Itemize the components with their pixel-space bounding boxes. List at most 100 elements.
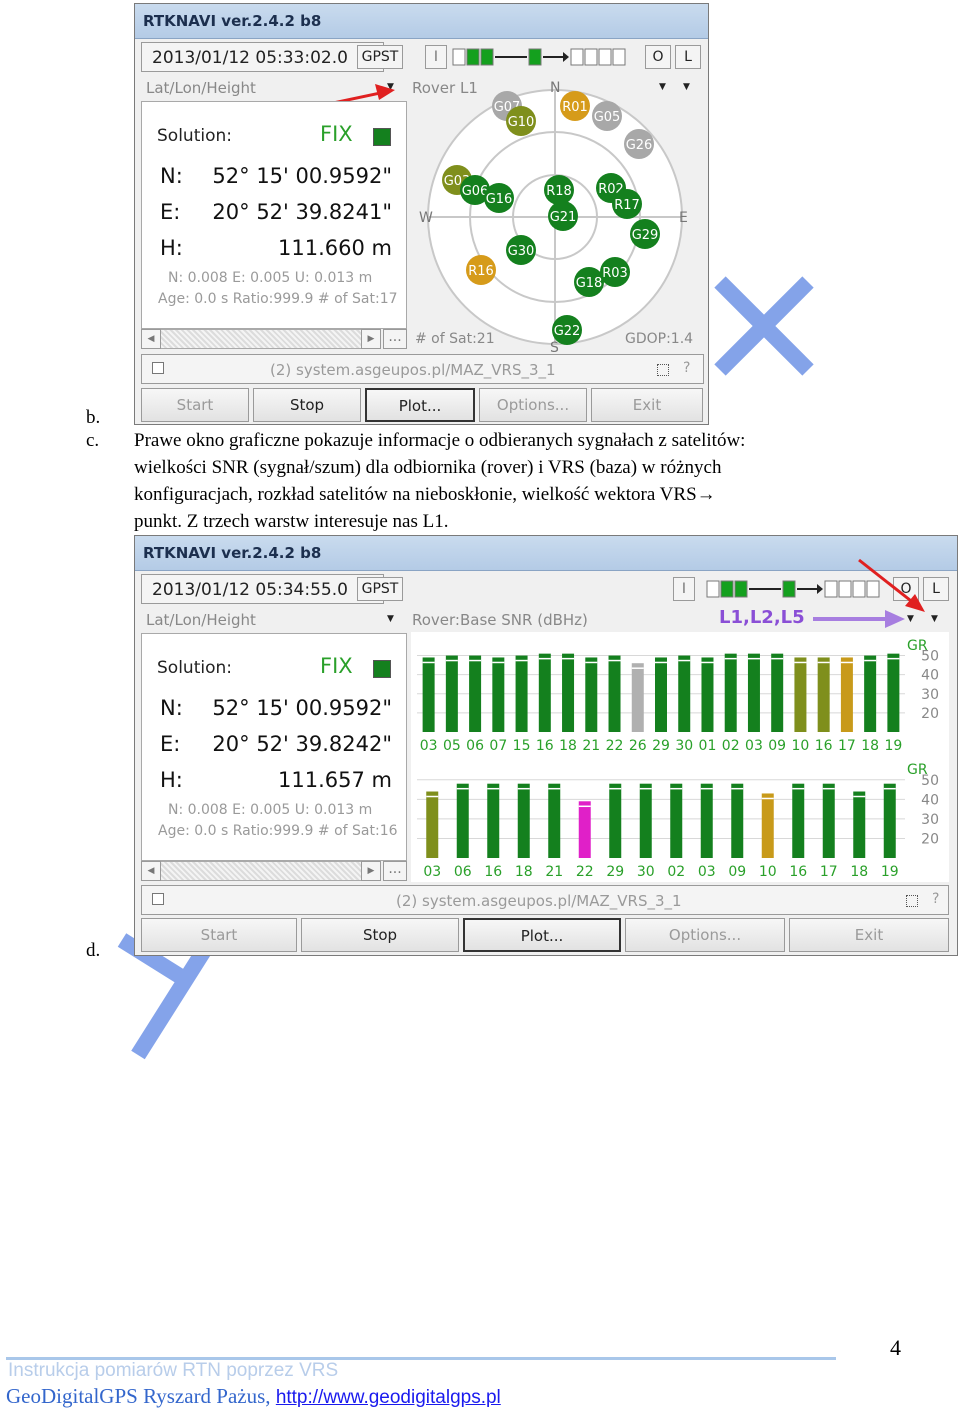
plot-button[interactable]: Plot... bbox=[365, 388, 475, 422]
output-button[interactable]: O bbox=[645, 45, 671, 69]
stop-button[interactable]: Stop bbox=[253, 388, 361, 422]
exit-button[interactable]: Exit bbox=[789, 918, 949, 952]
sat-prn-label: 15 bbox=[513, 738, 531, 754]
satellite-R18: R18 bbox=[544, 175, 574, 205]
snr-bar bbox=[853, 791, 866, 858]
snr-bar bbox=[426, 791, 439, 858]
satellite-G18: G18 bbox=[574, 267, 604, 297]
exit-button[interactable]: Exit bbox=[591, 388, 703, 422]
fix-status-box bbox=[373, 128, 391, 146]
start-button[interactable]: Start bbox=[141, 388, 249, 422]
snr-bar bbox=[822, 783, 835, 858]
snr-bar bbox=[517, 783, 530, 858]
accuracy-stats: N: 0.008 E: 0.005 U: 0.013 m bbox=[168, 270, 373, 286]
sat-prn-label: 17 bbox=[838, 738, 856, 754]
checkbox-icon[interactable] bbox=[152, 893, 164, 905]
sat-prn-label: 30 bbox=[637, 864, 655, 880]
legend-label: GR bbox=[907, 762, 928, 778]
time-system-button[interactable]: GPST bbox=[357, 45, 403, 69]
snr-chart-rover: 50403020GR03 05 06 07 15 16 18 21 22 26 29 30 01 02 03… bbox=[411, 632, 949, 756]
satellite-label: G29 bbox=[632, 228, 659, 243]
sat-prn-label: 29 bbox=[606, 864, 624, 880]
snr-bar bbox=[670, 783, 683, 858]
stop-button[interactable]: Stop bbox=[301, 918, 459, 952]
info-button[interactable]: I bbox=[425, 45, 447, 69]
satellite-label: R17 bbox=[614, 198, 640, 213]
paragraph-line: punkt. Z trzech warstw interesuje nas L1… bbox=[134, 511, 449, 532]
monitor-icon[interactable] bbox=[906, 895, 918, 907]
datetime: 2013/01/12 05:34:55.0 bbox=[152, 580, 348, 600]
snr-bar bbox=[883, 783, 896, 858]
rtknavi-window-snr: RTKNAVI ver.2.4.2 b8 2013/01/12 05:34:55… bbox=[134, 535, 958, 956]
snr-bar bbox=[771, 653, 784, 732]
y-tick-label: 30 bbox=[921, 812, 939, 828]
scroll-left-button[interactable]: ◀ bbox=[141, 329, 161, 349]
options-button[interactable]: Options... bbox=[625, 918, 785, 952]
start-button[interactable]: Start bbox=[141, 918, 297, 952]
scroll-right-button[interactable]: ▶ bbox=[361, 861, 381, 881]
options-button[interactable]: Options... bbox=[479, 388, 587, 422]
snr-bar bbox=[700, 783, 713, 858]
solution-format-dropdown[interactable]: Lat/Lon/Height bbox=[146, 611, 256, 629]
title-bar: RTKNAVI ver.2.4.2 b8 bbox=[135, 536, 957, 571]
log-button[interactable]: L bbox=[675, 45, 701, 69]
horizontal-scrollbar[interactable] bbox=[141, 329, 381, 349]
snr-bar bbox=[578, 801, 591, 858]
fix-status-box bbox=[373, 660, 391, 678]
satellite-G16: G16 bbox=[484, 183, 514, 213]
snr-bar bbox=[515, 655, 528, 732]
datetime: 2013/01/12 05:33:02.0 bbox=[152, 48, 348, 68]
sat-prn-label: 19 bbox=[884, 738, 902, 754]
snr-bar bbox=[538, 653, 551, 732]
more-button[interactable]: ... bbox=[383, 861, 407, 881]
satellite-label: G16 bbox=[486, 192, 513, 207]
horizontal-scrollbar[interactable] bbox=[141, 861, 381, 881]
time-system-button[interactable]: GPST bbox=[357, 577, 403, 601]
sat-prn-label: 16 bbox=[789, 864, 807, 880]
sat-prn-label: 03 bbox=[420, 738, 438, 754]
satellite-label: R16 bbox=[468, 264, 494, 279]
scroll-right-button[interactable]: ▶ bbox=[361, 329, 381, 349]
y-tick-label: 40 bbox=[921, 668, 939, 684]
plot-type-dropdown[interactable]: Rover:Base SNR (dBHz) bbox=[412, 611, 588, 629]
satellite-R01: R01 bbox=[560, 91, 590, 121]
help-icon[interactable]: ? bbox=[932, 891, 939, 907]
satellite-label: G05 bbox=[594, 110, 621, 125]
y-tick-label: 30 bbox=[921, 687, 939, 703]
status-box bbox=[480, 48, 494, 66]
h-label: H: bbox=[160, 236, 183, 260]
sat-prn-label: 30 bbox=[675, 738, 693, 754]
info-button[interactable]: I bbox=[673, 577, 695, 601]
sat-prn-label: 09 bbox=[728, 864, 746, 880]
chevron-down-icon[interactable]: ▼ bbox=[931, 614, 938, 624]
status-box bbox=[782, 580, 796, 598]
status-box bbox=[452, 48, 466, 66]
checkbox-icon[interactable] bbox=[152, 362, 164, 374]
label-c: c. bbox=[86, 430, 100, 451]
h-value: 111.660 m bbox=[278, 236, 392, 260]
chevron-down-icon[interactable]: ▼ bbox=[907, 614, 914, 624]
sat-count: # of Sat:21 bbox=[415, 331, 495, 347]
paragraph: Prawe okno graficzne pokazuje informacje… bbox=[134, 427, 954, 535]
title-bar: RTKNAVI ver.2.4.2 b8 bbox=[135, 4, 708, 39]
plot-button[interactable]: Plot... bbox=[463, 918, 621, 952]
help-icon[interactable]: ? bbox=[683, 360, 690, 376]
solution-format-dropdown[interactable]: Lat/Lon/Height bbox=[146, 79, 256, 97]
scroll-left-button[interactable]: ◀ bbox=[141, 861, 161, 881]
footer-title: Instrukcja pomiarów RTN poprzez VRS bbox=[8, 1360, 339, 1381]
y-tick-label: 40 bbox=[921, 792, 939, 808]
solution-label: Solution: bbox=[157, 658, 232, 678]
more-button[interactable]: ... bbox=[383, 329, 407, 349]
stream-name: (2) system.asgeupos.pl/MAZ_VRS_3_1 bbox=[270, 361, 556, 379]
monitor-icon[interactable] bbox=[657, 364, 669, 376]
satellite-label: G21 bbox=[550, 210, 577, 225]
footer-link[interactable]: http://www.geodigitalgps.pl bbox=[276, 1387, 501, 1408]
chevron-down-icon[interactable]: ▼ bbox=[387, 614, 394, 624]
sat-prn-label: 06 bbox=[454, 864, 472, 880]
snr-bar bbox=[422, 657, 435, 732]
snr-bar bbox=[631, 663, 644, 732]
age-ratio-stats: Age: 0.0 s Ratio:999.9 # of Sat:16 bbox=[158, 823, 398, 839]
snr-bar bbox=[701, 657, 714, 732]
snr-bar bbox=[469, 655, 482, 732]
legend-label: GR bbox=[907, 638, 928, 654]
